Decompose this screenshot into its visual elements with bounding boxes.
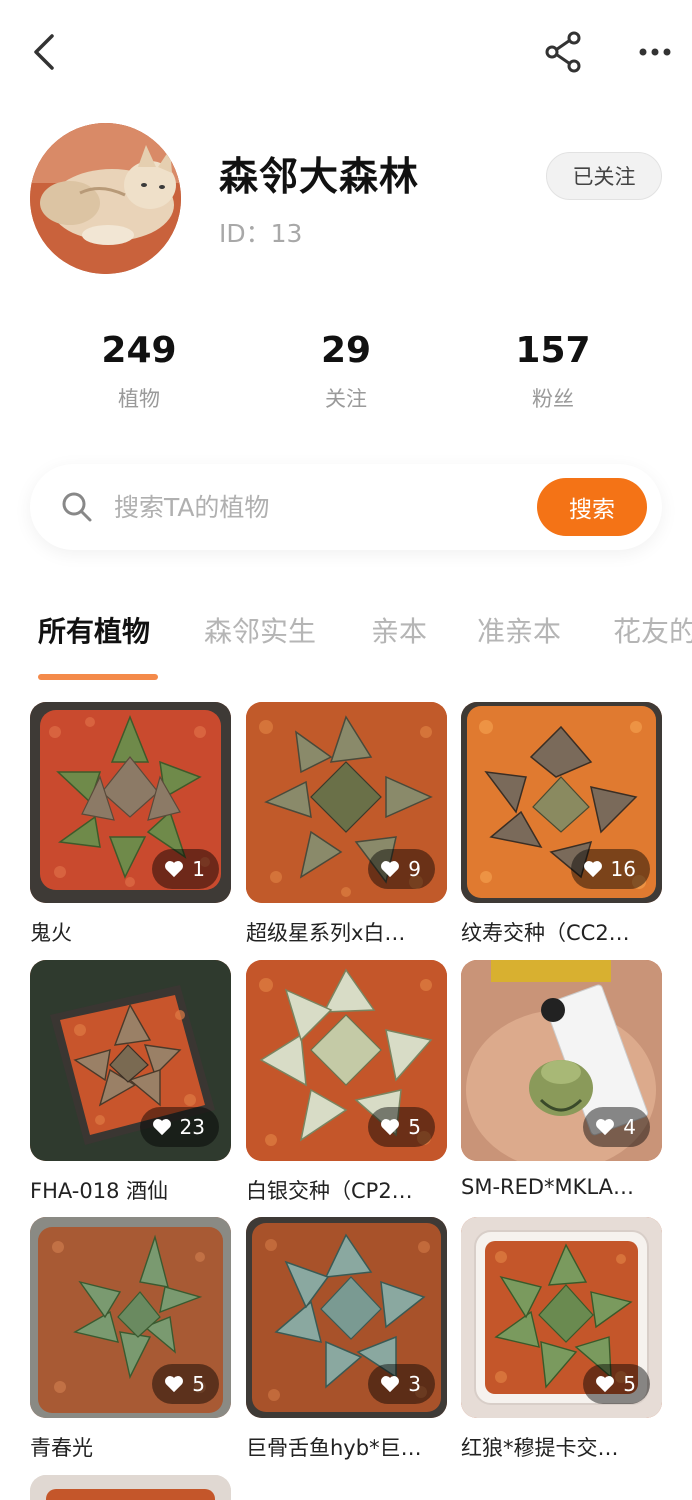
like-count: 1 (192, 857, 205, 881)
like-badge[interactable]: 5 (583, 1364, 650, 1404)
stats-bar: 249 植物 29 关注 157 粉丝 (0, 330, 692, 430)
plant-photo: 9 (246, 702, 447, 903)
like-count: 9 (408, 857, 421, 881)
stat-plants-value: 249 (101, 330, 177, 371)
plant-name: SM-RED*MKLA… (461, 1175, 634, 1199)
category-tabs: 所有植物 森邻实生 亲本 准亲本 花友的 (0, 600, 692, 680)
search-input[interactable] (114, 488, 534, 526)
follow-button[interactable]: 已关注 (546, 152, 662, 200)
like-badge[interactable]: 4 (583, 1107, 650, 1147)
plant-photo: 23 (30, 960, 231, 1161)
like-badge[interactable]: 23 (139, 1107, 219, 1147)
plant-card[interactable]: 3 巨骨舌鱼hyb*巨… (246, 1217, 447, 1462)
plant-name: 青春光 (30, 1436, 93, 1460)
heart-icon (381, 1376, 400, 1393)
heart-icon (596, 1376, 615, 1393)
stat-fans-label: 粉丝 (532, 387, 574, 411)
like-count: 5 (623, 1372, 636, 1396)
plant-card[interactable]: 5 青春光 (30, 1217, 231, 1462)
top-bar (0, 0, 692, 104)
heart-icon (165, 861, 184, 878)
plant-name: 白银交种（CP2… (246, 1179, 413, 1203)
tab-senlin-seedlings[interactable]: 森邻实生 (204, 610, 316, 650)
search-bar: 搜索 (30, 464, 662, 550)
avatar[interactable] (30, 123, 181, 274)
like-badge[interactable]: 5 (368, 1107, 435, 1147)
plant-name: 红狼*穆提卡交… (461, 1436, 619, 1460)
plant-photo: 1 (30, 702, 231, 903)
plant-name: 鬼火 (30, 921, 72, 945)
plant-photo: 5 (30, 1217, 231, 1418)
heart-icon (152, 1119, 171, 1136)
like-count: 5 (408, 1115, 421, 1139)
chevron-left-icon[interactable] (26, 30, 66, 74)
heart-icon (583, 861, 602, 878)
stat-plants[interactable]: 249 植物 (49, 330, 229, 413)
tab-all-plants[interactable]: 所有植物 (38, 610, 150, 650)
plant-photo: 4 (461, 960, 662, 1161)
tab-friends[interactable]: 花友的 (613, 610, 692, 650)
like-badge[interactable]: 16 (570, 849, 650, 889)
stat-fans-value: 157 (515, 330, 591, 371)
like-badge[interactable]: 5 (152, 1364, 219, 1404)
stat-following-label: 关注 (325, 387, 367, 411)
plant-name: 纹寿交种（CC2… (461, 921, 630, 945)
stat-plants-label: 植物 (118, 387, 160, 411)
plant-photo (30, 1475, 231, 1500)
active-tab-indicator (38, 674, 158, 680)
heart-icon (381, 861, 400, 878)
plant-photo: 5 (461, 1217, 662, 1418)
like-count: 5 (192, 1372, 205, 1396)
more-horizontal-icon[interactable] (634, 30, 676, 74)
plant-card[interactable]: 5 白银交种（CP2… (246, 960, 447, 1205)
like-count: 3 (408, 1372, 421, 1396)
user-id: ID：13 (219, 219, 303, 248)
heart-icon (596, 1119, 615, 1136)
plant-photo: 5 (246, 960, 447, 1161)
plant-card[interactable] (30, 1475, 231, 1500)
tab-parents[interactable]: 亲本 (371, 610, 427, 650)
plant-name: 巨骨舌鱼hyb*巨… (246, 1436, 422, 1460)
username: 森邻大森林 (219, 155, 420, 200)
like-badge[interactable]: 9 (368, 849, 435, 889)
search-icon (60, 490, 94, 524)
like-count: 4 (623, 1115, 636, 1139)
plant-photo: 16 (461, 702, 662, 903)
stat-following-value: 29 (320, 330, 372, 371)
heart-icon (381, 1119, 400, 1136)
plant-photo: 3 (246, 1217, 447, 1418)
like-count: 16 (610, 857, 636, 881)
like-badge[interactable]: 3 (368, 1364, 435, 1404)
plant-name: FHA-018 酒仙 (30, 1179, 169, 1203)
stat-fans[interactable]: 157 粉丝 (463, 330, 643, 413)
tab-candidate-parents[interactable]: 准亲本 (477, 610, 561, 650)
plant-card[interactable]: 9 超级星系列x白… (246, 702, 447, 947)
stat-following[interactable]: 29 关注 (256, 330, 436, 413)
plant-card[interactable]: 1 鬼火 (30, 702, 231, 947)
like-badge[interactable]: 1 (152, 849, 219, 889)
plant-card[interactable]: 5 红狼*穆提卡交… (461, 1217, 662, 1462)
plant-card[interactable]: 16 纹寿交种（CC2… (461, 702, 662, 947)
search-button[interactable]: 搜索 (537, 478, 647, 536)
like-count: 23 (179, 1115, 205, 1139)
plant-card[interactable]: 23 FHA-018 酒仙 (30, 960, 231, 1205)
heart-icon (165, 1376, 184, 1393)
plant-card[interactable]: 4 SM-RED*MKLA… (461, 960, 662, 1199)
plant-name: 超级星系列x白… (246, 921, 406, 945)
share-icon[interactable] (544, 30, 584, 74)
